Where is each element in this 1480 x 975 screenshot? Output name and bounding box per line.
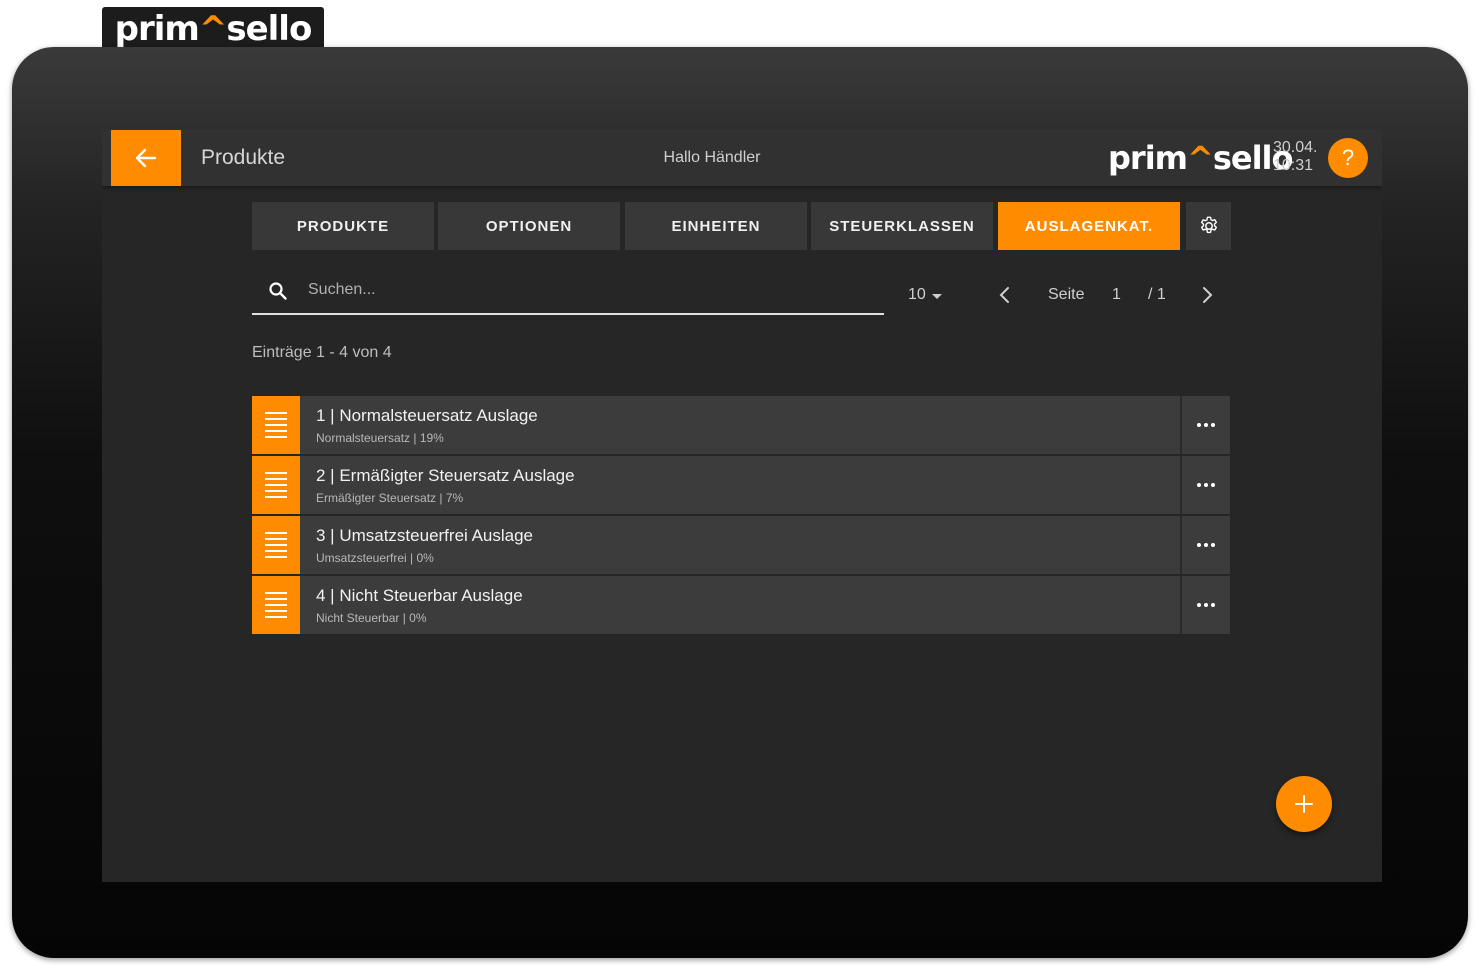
drag-handle-icon[interactable] (252, 576, 300, 634)
brand-tab: prim ^ sello (102, 7, 324, 51)
item-subtitle: Umsatzsteuerfrei | 0% (316, 551, 434, 565)
drag-handle-icon[interactable] (252, 396, 300, 454)
previous-page-button[interactable] (998, 285, 1012, 310)
entries-info: Einträge 1 - 4 von 4 (252, 344, 392, 361)
total-pages: / 1 (1148, 286, 1166, 303)
item-subtitle: Normalsteuersatz | 19% (316, 431, 444, 445)
date-text: 30.04. (1273, 139, 1318, 156)
plus-icon (1295, 795, 1313, 813)
item-subtitle: Nicht Steuerbar | 0% (316, 611, 427, 625)
next-page-button[interactable] (1200, 285, 1214, 310)
question-icon: ? (1341, 145, 1355, 170)
tab-steuerklassen[interactable]: STEUERKLASSEN (811, 202, 993, 250)
tab-optionen[interactable]: OPTIONEN (438, 202, 620, 250)
datetime: 30.04. 10:31 (1273, 139, 1317, 175)
current-page: 1 (1112, 286, 1121, 303)
drag-handle-icon[interactable] (252, 516, 300, 574)
more-horizontal-icon[interactable] (1180, 396, 1230, 454)
search-input[interactable] (306, 277, 870, 303)
tab-einheiten[interactable]: EINHEITEN (625, 202, 807, 250)
more-horizontal-icon[interactable] (1180, 576, 1230, 634)
primasello-header-logo: prim ^ sello (1108, 139, 1293, 177)
page-label: Seite (1048, 286, 1085, 303)
time-text: 10:31 (1273, 157, 1314, 174)
item-title: 2 | Ermäßigter Steuersatz Auslage (316, 466, 575, 485)
per-page-value: 10 (908, 286, 926, 303)
list-item[interactable]: 3 | Umsatzsteuerfrei Auslage Umsatzsteue… (252, 516, 1230, 574)
add-button[interactable] (1276, 776, 1332, 832)
list-item[interactable]: 1 | Normalsteuersatz Auslage Normalsteue… (252, 396, 1230, 454)
chevron-left-icon (999, 287, 1009, 303)
item-subtitle: Ermäßigter Steuersatz | 7% (316, 491, 464, 505)
tab-produkte[interactable]: PRODUKTE (252, 202, 434, 250)
list-item[interactable]: 2 | Ermäßigter Steuersatz Auslage Ermäßi… (252, 456, 1230, 514)
item-title: 3 | Umsatzsteuerfrei Auslage (316, 526, 534, 545)
app-header: Produkte Hallo Händler prim ^ sello 30.04.… (102, 129, 1382, 186)
item-title: 1 | Normalsteuersatz Auslage (316, 406, 538, 425)
more-horizontal-icon[interactable] (1180, 516, 1230, 574)
search-icon (269, 282, 287, 300)
settings-button[interactable] (1186, 202, 1231, 250)
more-horizontal-icon[interactable] (1180, 456, 1230, 514)
per-page-select[interactable]: 10 (908, 286, 942, 304)
search-bar (252, 269, 884, 315)
help-button[interactable]: ? (1328, 138, 1368, 178)
tab-auslagenkat[interactable]: AUSLAGENKAT. (998, 202, 1180, 250)
app-screen: Produkte Hallo Händler prim ^ sello 30.04.… (102, 129, 1382, 882)
primasello-logo: prim ^ sello (114, 9, 313, 49)
list-item[interactable]: 4 | Nicht Steuerbar Auslage Nicht Steuer… (252, 576, 1230, 634)
category-list: 1 | Normalsteuersatz Auslage Normalsteue… (252, 396, 1230, 636)
gear-icon (1200, 216, 1217, 234)
caret-down-icon (931, 293, 942, 299)
chevron-right-icon (1203, 287, 1213, 303)
item-title: 4 | Nicht Steuerbar Auslage (316, 586, 523, 605)
drag-handle-icon[interactable] (252, 456, 300, 514)
